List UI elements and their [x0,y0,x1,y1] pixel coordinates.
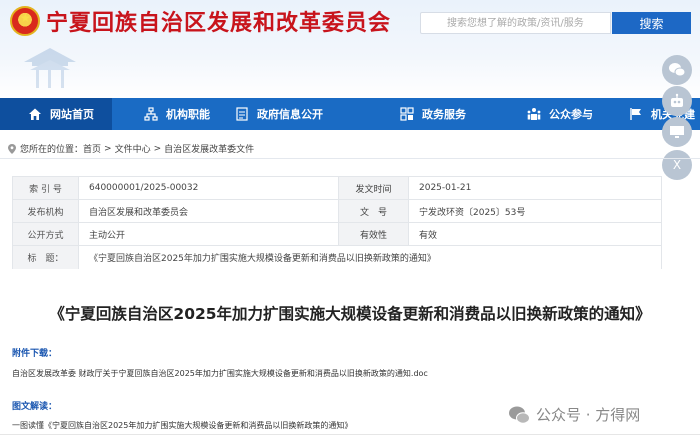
flag-icon [629,107,643,121]
close-icon: X [672,158,682,172]
table-row: 标 题： 《宁夏回族自治区2025年加力扩围实施大规模设备更新和消费品以旧换新政… [12,245,662,269]
nav-item-public-participation[interactable]: 公众参与 [497,98,609,130]
robot-icon [671,93,683,107]
index-label: 索 引 号 [12,176,79,200]
wechat-float-button[interactable] [662,55,692,85]
pavilion-illustration [24,48,76,88]
robot-float-button[interactable] [662,86,692,116]
close-float-button[interactable]: X [662,150,692,180]
table-row: 索 引 号 640000001/2025-00032 发文时间 2025-01-… [12,176,662,200]
breadcrumb-separator: > [153,143,162,154]
monitor-icon [670,126,684,138]
breadcrumb-file-center[interactable]: 文件中心 [115,142,151,155]
issuer-label: 发布机构 [12,199,79,223]
attachment-link[interactable]: 自治区发展改革委 财政厅关于宁夏回族自治区2025年加力扩围实施大规模设备更新和… [12,368,428,379]
monitor-float-button[interactable] [662,117,692,147]
article-title: 《宁夏回族自治区2025年加力扩围实施大规模设备更新和消费品以旧换新政策的通知》 [49,305,651,323]
date-value: 2025-01-21 [408,176,662,200]
search-input[interactable] [420,12,611,34]
site-title[interactable]: 宁夏回族自治区发展和改革委员会 [46,5,391,37]
people-icon [527,107,541,121]
nav-item-label: 网站首页 [50,108,94,121]
validity-value: 有效 [408,222,662,246]
breadcrumb: 您所在的位置： 首页 > 文件中心 > 自治区发展改革委文件 [8,142,254,155]
wechat-icon [669,63,686,77]
nav-item-gov-services[interactable]: 政务服务 [370,98,497,130]
date-label: 发文时间 [338,176,409,200]
breadcrumb-home[interactable]: 首页 [83,142,101,155]
open-method-value: 主动公开 [78,222,339,246]
issuer-value: 自治区发展和改革委员会 [78,199,339,223]
national-emblem-icon: ★ [10,6,40,36]
divider [0,434,700,435]
breadcrumb-separator: > [104,143,112,154]
nav-item-home[interactable]: 网站首页 [0,98,112,130]
table-row: 公开方式 主动公开 有效性 有效 [12,222,662,246]
nav-item-info-disclosure[interactable]: 政府信息公开 [232,98,370,130]
search-button[interactable]: 搜索 [612,12,691,34]
site-header: ★ 宁夏回族自治区发展和改革委员会 搜索 [0,0,700,98]
wechat-icon [509,406,530,424]
breadcrumb-current[interactable]: 自治区发展改革委文件 [164,142,254,155]
index-value: 640000001/2025-00032 [78,176,339,200]
open-method-label: 公开方式 [12,222,79,246]
docno-value: 宁发改环资〔2025〕53号 [408,199,662,223]
document-info-table: 索 引 号 640000001/2025-00032 发文时间 2025-01-… [12,176,662,269]
document-icon [235,107,249,121]
title-label: 标 题： [12,245,79,269]
nav-item-label: 公众参与 [549,108,593,121]
attachment-heading: 附件下载： [12,349,58,359]
services-icon [400,107,414,121]
nav-item-label: 政务服务 [422,108,466,121]
watermark: 公众号 · 方得网 [508,404,640,425]
nav-item-org[interactable]: 机构职能 [112,98,232,130]
nav-item-label: 政府信息公开 [257,108,323,121]
watermark-text: 公众号 · 方得网 [536,406,641,424]
nav-item-label: 机构职能 [166,108,210,121]
title-value: 《宁夏回族自治区2025年加力扩围实施大规模设备更新和消费品以旧换新政策的通知》 [78,245,662,269]
interpretation-heading: 图文解读： [12,402,58,412]
location-pin-icon [8,143,16,154]
main-nav: 网站首页 机构职能 政府信息公开 政务服务 公众参与 机关党建 [0,98,700,130]
table-row: 发布机构 自治区发展和改革委员会 文 号 宁发改环资〔2025〕53号 [12,199,662,223]
org-chart-icon [144,107,158,121]
divider [0,158,700,159]
docno-label: 文 号 [338,199,409,223]
home-icon [28,107,42,121]
interpretation-link[interactable]: 一图读懂《宁夏回族自治区2025年加力扩围实施大规模设备更新和消费品以旧换新政策… [12,420,352,431]
validity-label: 有效性 [338,222,409,246]
breadcrumb-prefix: 您所在的位置： [20,145,84,155]
